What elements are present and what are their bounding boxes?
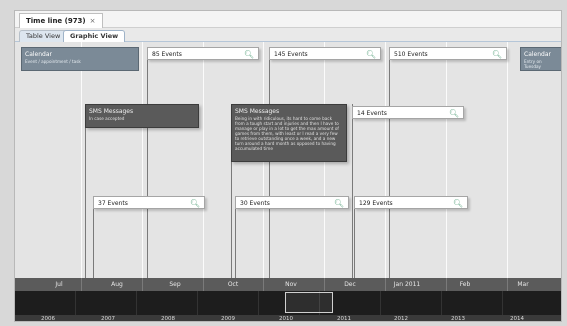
range-selector[interactable] bbox=[285, 292, 333, 313]
month-label: Mar bbox=[517, 281, 529, 288]
tab-table-view[interactable]: Table View bbox=[19, 30, 68, 42]
event-stem bbox=[269, 47, 270, 278]
event-count: 145 Events bbox=[274, 51, 308, 58]
event-count: 510 Events bbox=[394, 51, 428, 58]
month-label: Oct bbox=[227, 281, 239, 288]
year-label: 2007 bbox=[101, 316, 115, 322]
calendar-entry-title: Calendar bbox=[524, 51, 551, 58]
timeline-overview[interactable]: 2006 2007 2008 2009 2010 2011 2012 2013 … bbox=[15, 291, 561, 322]
event-group-card[interactable]: 510 Events 🔍︎ bbox=[389, 47, 507, 60]
magnifier-icon[interactable]: 🔍︎ bbox=[190, 197, 200, 210]
timeline-window: Time line (973) × Table View Graphic Vie… bbox=[14, 10, 562, 322]
close-icon[interactable]: × bbox=[90, 14, 96, 28]
event-stem bbox=[147, 47, 148, 278]
month-label: Dec bbox=[344, 281, 356, 288]
month-axis: Jul Aug Sep Oct Nov Dec Jan 2011 Feb Mar bbox=[15, 278, 561, 291]
sms-message-entry[interactable]: SMS Messages Being in with ridiculous, i… bbox=[231, 104, 347, 162]
year-label: 2012 bbox=[394, 316, 408, 322]
event-stem bbox=[85, 104, 86, 278]
calendar-entry[interactable]: Calendar Event / appointment / task bbox=[21, 47, 139, 71]
grid-line bbox=[142, 42, 143, 278]
magnifier-icon[interactable]: 🔍︎ bbox=[366, 48, 376, 61]
event-count: 85 Events bbox=[152, 51, 182, 58]
grid-line bbox=[507, 42, 508, 278]
grid-line bbox=[446, 42, 447, 278]
event-group-card[interactable]: 85 Events 🔍︎ bbox=[147, 47, 259, 60]
month-label: Nov bbox=[285, 281, 297, 288]
tab-graphic-view[interactable]: Graphic View bbox=[63, 30, 126, 42]
overview-grid-line bbox=[258, 291, 259, 315]
axis-tick bbox=[81, 278, 82, 291]
document-tab-bar: Time line (973) × bbox=[15, 11, 561, 28]
sms-message-entry[interactable]: SMS Messages In case accepted bbox=[85, 104, 199, 128]
magnifier-icon[interactable]: 🔍︎ bbox=[492, 48, 502, 61]
magnifier-icon[interactable]: 🔍︎ bbox=[334, 197, 344, 210]
grid-line bbox=[81, 42, 82, 278]
event-count: 37 Events bbox=[98, 200, 128, 207]
calendar-entry-body: Event / appointment / task bbox=[25, 59, 81, 64]
year-label: 2013 bbox=[451, 316, 465, 322]
axis-tick bbox=[203, 278, 204, 291]
month-label: Jul bbox=[55, 281, 63, 288]
sms-body: Being in with ridiculous, its hard to co… bbox=[235, 116, 339, 151]
document-tab[interactable]: Time line (973) × bbox=[19, 13, 103, 28]
event-group-card[interactable]: 30 Events 🔍︎ bbox=[235, 196, 349, 209]
event-group-card[interactable]: 145 Events 🔍︎ bbox=[269, 47, 381, 60]
year-label: 2010 bbox=[279, 316, 293, 322]
event-group-card[interactable]: 14 Events 🔍︎ bbox=[352, 106, 464, 119]
event-count: 30 Events bbox=[240, 200, 270, 207]
axis-tick bbox=[385, 278, 386, 291]
event-count: 129 Events bbox=[359, 200, 393, 207]
year-label: 2009 bbox=[221, 316, 235, 322]
overview-grid-line bbox=[380, 291, 381, 315]
event-count: 14 Events bbox=[357, 110, 387, 117]
axis-tick bbox=[324, 278, 325, 291]
month-label: Feb bbox=[459, 281, 471, 288]
overview-grid-line bbox=[75, 291, 76, 315]
overview-grid-line bbox=[502, 291, 503, 315]
year-label: 2011 bbox=[337, 316, 351, 322]
month-label: Jan 2011 bbox=[393, 281, 421, 288]
sms-title: SMS Messages bbox=[89, 108, 134, 115]
event-stem bbox=[389, 47, 390, 278]
document-tab-title: Time line (973) bbox=[26, 17, 86, 25]
month-label: Sep bbox=[169, 281, 181, 288]
calendar-entry-body: Entry on Tuesday bbox=[524, 59, 542, 69]
axis-tick bbox=[507, 278, 508, 291]
overview-grid-line bbox=[197, 291, 198, 315]
event-group-card[interactable]: 129 Events 🔍︎ bbox=[354, 196, 468, 209]
grid-line bbox=[385, 42, 386, 278]
year-label: 2006 bbox=[41, 316, 55, 322]
calendar-entry-title: Calendar bbox=[25, 51, 52, 58]
event-group-card[interactable]: 37 Events 🔍︎ bbox=[93, 196, 205, 209]
sms-body: In case accepted bbox=[89, 116, 125, 121]
month-label: Aug bbox=[111, 281, 123, 288]
year-label: 2014 bbox=[510, 316, 524, 322]
event-stem bbox=[352, 104, 353, 278]
magnifier-icon[interactable]: 🔍︎ bbox=[244, 48, 254, 61]
timeline-canvas[interactable]: Calendar Event / appointment / task Cale… bbox=[15, 42, 561, 278]
year-axis: 2006 2007 2008 2009 2010 2011 2012 2013 … bbox=[15, 315, 561, 322]
calendar-entry[interactable]: Calendar Entry on Tuesday bbox=[520, 47, 561, 71]
sms-title: SMS Messages bbox=[235, 108, 280, 115]
magnifier-icon[interactable]: 🔍︎ bbox=[453, 197, 463, 210]
year-label: 2008 bbox=[161, 316, 175, 322]
magnifier-icon[interactable]: 🔍︎ bbox=[449, 107, 459, 120]
overview-grid-line bbox=[136, 291, 137, 315]
axis-tick bbox=[263, 278, 264, 291]
overview-grid-line bbox=[441, 291, 442, 315]
axis-tick bbox=[446, 278, 447, 291]
view-tabs: Table View Graphic View bbox=[15, 29, 561, 42]
grid-line bbox=[203, 42, 204, 278]
axis-tick bbox=[142, 278, 143, 291]
